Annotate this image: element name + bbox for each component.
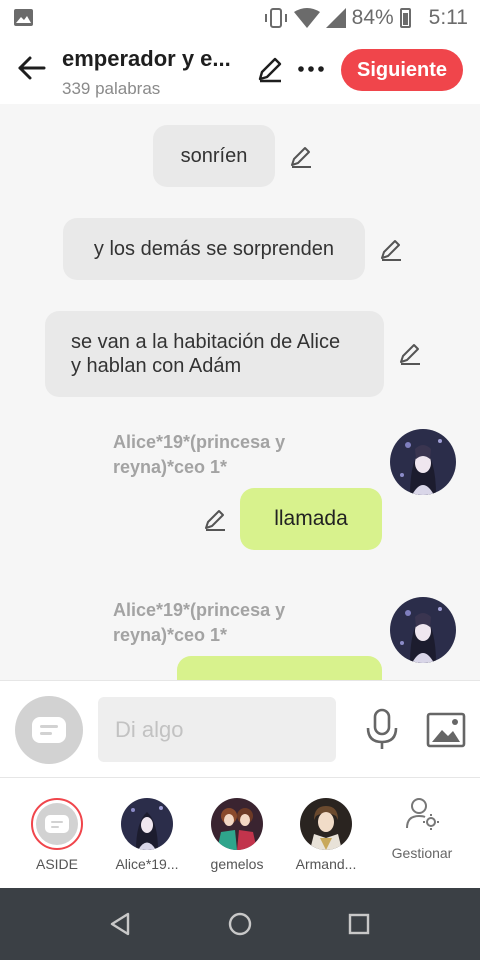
message-text-line: y hablan con Adám: [71, 355, 242, 377]
character-avatar: [211, 798, 263, 850]
back-button[interactable]: [14, 50, 50, 86]
character-message-bubble[interactable]: llamada: [240, 488, 382, 550]
edit-message-pencil-icon[interactable]: [378, 237, 404, 263]
chat-area[interactable]: sonríen y los demás se sorprenden se van…: [0, 104, 480, 680]
character-armando[interactable]: Armand...: [288, 798, 364, 872]
manage-label: Gestionar: [391, 845, 453, 861]
pencil-icon: [258, 57, 282, 83]
edit-title-button[interactable]: [255, 54, 285, 84]
recents-square-icon[interactable]: [343, 908, 375, 940]
signal-icon: [325, 8, 346, 28]
battery-icon: [399, 8, 411, 28]
message-bubble[interactable]: y los demás se sorprenden: [63, 218, 365, 280]
message-text: llamada: [274, 507, 348, 530]
character-aside[interactable]: ASIDE: [19, 798, 95, 872]
composer-bar: [0, 680, 480, 778]
character-label: Armand...: [295, 856, 357, 872]
wifi-icon: [293, 8, 320, 28]
message-text-line: se van a la habitación de Alice: [71, 331, 341, 353]
clock: 5:11: [428, 6, 468, 29]
edit-message-pencil-icon[interactable]: [397, 341, 423, 367]
armando-avatar-image: [300, 798, 352, 850]
more-options-button[interactable]: [296, 54, 326, 84]
more-dots-icon: [298, 66, 324, 72]
battery-percentage: 84%: [351, 6, 394, 29]
back-triangle-icon[interactable]: [104, 908, 136, 940]
status-indicators: 84% 5:11: [264, 5, 468, 31]
aside-icon: [32, 717, 66, 743]
voice-input-button[interactable]: [362, 708, 402, 752]
story-header: emperador y e... 339 palabras Siguiente: [0, 36, 480, 104]
message-input[interactable]: [98, 697, 336, 762]
aside-toggle-button[interactable]: [15, 696, 83, 764]
manage-characters-button[interactable]: Gestionar: [384, 796, 460, 861]
edit-message-pencil-icon[interactable]: [202, 507, 228, 533]
microphone-icon: [366, 708, 398, 749]
home-circle-icon[interactable]: [224, 908, 256, 940]
character-label: ASIDE: [35, 856, 78, 872]
sender-name: Alice*19*(princesa y reyna)*ceo 1*: [113, 600, 286, 645]
manage-user-gear-icon: [406, 798, 439, 830]
aside-icon: [45, 815, 69, 833]
next-button[interactable]: Siguiente: [341, 49, 463, 91]
character-message-bubble[interactable]: [177, 656, 382, 680]
edit-message-pencil-icon[interactable]: [288, 144, 314, 170]
character-avatar[interactable]: [390, 429, 456, 495]
character-label: gemelos: [210, 856, 264, 872]
sender-name: Alice*19*(princesa y reyna)*ceo 1*: [113, 432, 286, 477]
character-selector: ASIDE Alice*19... gemelos Armand... Gest…: [0, 778, 480, 888]
alice-avatar-image: [390, 429, 456, 495]
story-title: emperador y e...: [62, 46, 231, 71]
image-icon: [426, 712, 466, 748]
aside-avatar: [31, 798, 83, 850]
alice-avatar-image: [121, 798, 173, 850]
message-text: y los demás se sorprenden: [93, 237, 335, 260]
image-upload-button[interactable]: [426, 712, 466, 748]
system-navigation-bar: [0, 888, 480, 960]
alice-avatar-image: [390, 597, 456, 663]
character-avatar: [300, 798, 352, 850]
message-text: sonríen: [180, 144, 248, 167]
character-alice[interactable]: Alice*19...: [109, 798, 185, 872]
character-avatar: [121, 798, 173, 850]
arrow-left-icon: [18, 56, 46, 80]
message-bubble[interactable]: sonríen: [153, 125, 275, 187]
image-notification-icon: [14, 9, 33, 26]
character-label: Alice*19...: [115, 856, 179, 872]
word-count: 339 palabras: [62, 79, 161, 98]
vibrate-icon: [264, 8, 287, 28]
gemelos-avatar-image: [211, 798, 263, 850]
character-gemelos[interactable]: gemelos: [199, 798, 275, 872]
character-avatar[interactable]: [390, 597, 456, 663]
message-bubble[interactable]: se van a la habitación de Alice y hablan…: [45, 311, 384, 397]
status-bar: 84% 5:11: [0, 0, 480, 36]
